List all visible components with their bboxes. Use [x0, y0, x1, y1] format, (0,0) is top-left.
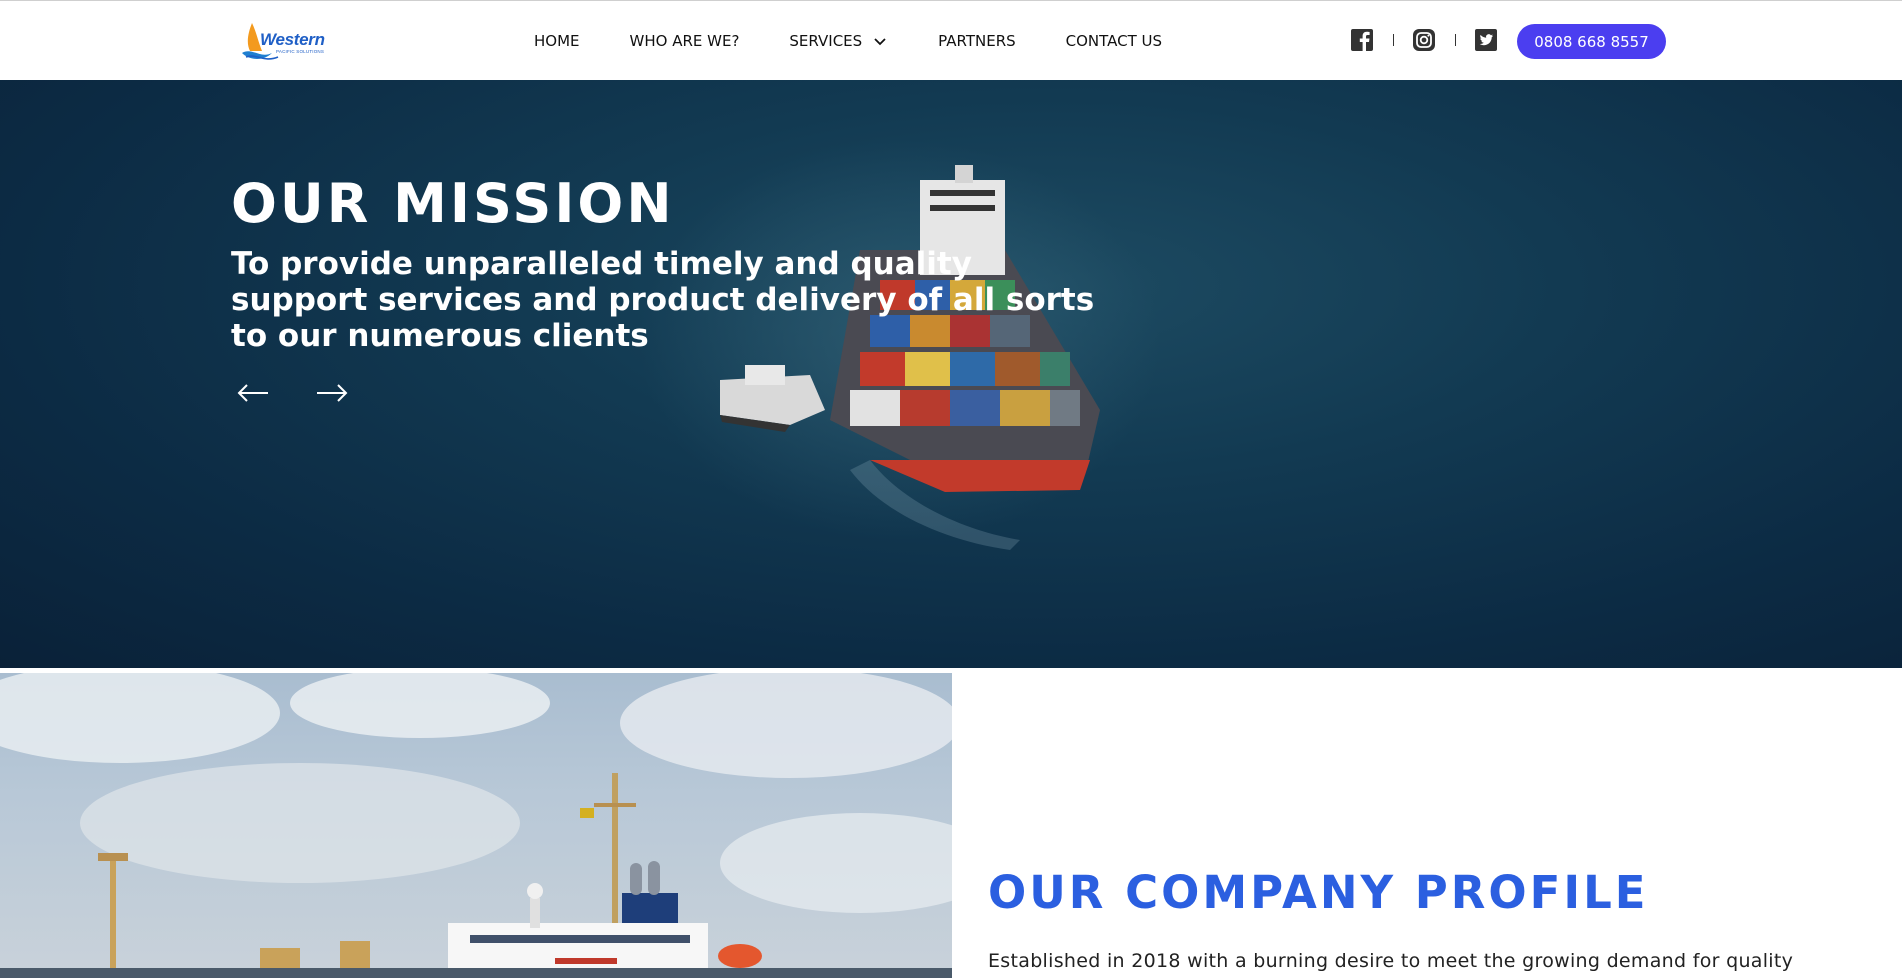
main-nav: HOME WHO ARE WE? SERVICES PARTNERS CONTA…: [534, 1, 1212, 80]
arrow-right-icon[interactable]: [315, 382, 349, 404]
twitter-icon[interactable]: [1474, 28, 1498, 52]
social-links: [1350, 28, 1498, 52]
hero-slider: OUR MISSION To provide unparalleled time…: [0, 80, 1902, 668]
instagram-icon[interactable]: [1412, 28, 1436, 52]
nav-services[interactable]: SERVICES: [789, 32, 888, 50]
social-separator: [1393, 34, 1394, 46]
hero-ship-image: [640, 140, 1160, 550]
arrow-left-icon[interactable]: [236, 382, 270, 404]
logo-tagline: PACIFIC SOLUTIONS: [276, 49, 325, 54]
tanker-ship-photo: [0, 673, 952, 978]
facebook-icon[interactable]: [1350, 28, 1374, 52]
company-profile-title: OUR COMPANY PROFILE: [988, 866, 1649, 919]
phone-button[interactable]: 0808 668 8557: [1517, 24, 1666, 59]
hero-subtitle: To provide unparalleled timely and quali…: [231, 246, 1095, 354]
hero-title: OUR MISSION: [231, 172, 675, 235]
nav-services-label: SERVICES: [789, 31, 863, 50]
chevron-down-icon: [874, 37, 886, 45]
nav-partners[interactable]: PARTNERS: [938, 32, 1015, 50]
site-logo[interactable]: Western PACIFIC SOLUTIONS: [238, 19, 332, 63]
logo-name: Western: [260, 30, 325, 49]
company-profile-text: Established in 2018 with a burning desir…: [988, 950, 1794, 972]
site-header: Western PACIFIC SOLUTIONS HOME WHO ARE W…: [0, 1, 1902, 80]
nav-who-are-we[interactable]: WHO ARE WE?: [630, 32, 740, 50]
social-separator: [1455, 34, 1456, 46]
nav-contact-us[interactable]: CONTACT US: [1066, 32, 1162, 50]
nav-home[interactable]: HOME: [534, 32, 580, 50]
